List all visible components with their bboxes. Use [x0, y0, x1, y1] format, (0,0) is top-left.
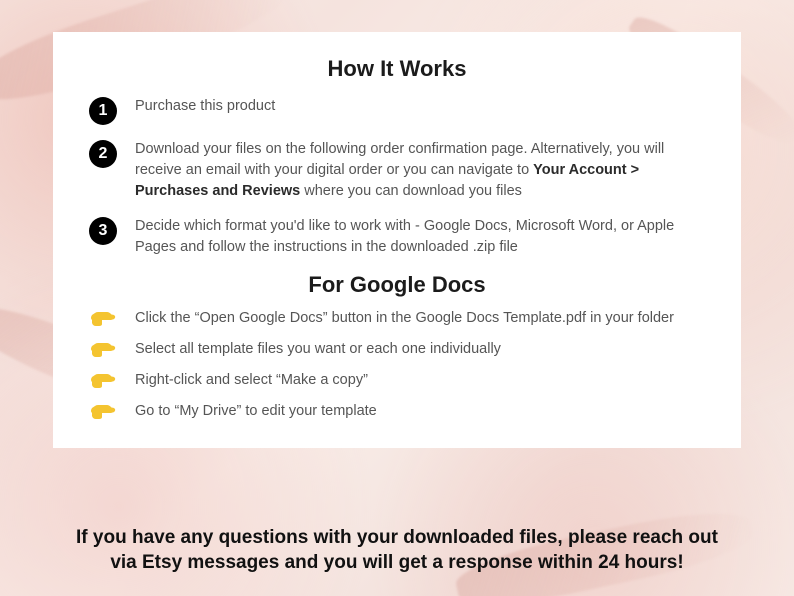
pointing-hand-icon — [89, 337, 117, 359]
step-row-2: 2 Download your files on the following o… — [89, 139, 705, 202]
step-text: Purchase this product — [135, 96, 705, 117]
pointing-hand-icon — [89, 306, 117, 328]
how-it-works-title: How It Works — [89, 56, 705, 82]
step-text: Download your files on the following ord… — [135, 139, 705, 202]
gdocs-step-text: Go to “My Drive” to edit your template — [135, 401, 705, 422]
footer-line-2: via Etsy messages and you will get a res… — [110, 552, 683, 573]
step-row-1: 1 Purchase this product — [89, 96, 705, 125]
step-text: Decide which format you'd like to work w… — [135, 216, 705, 258]
instructions-card: How It Works 1 Purchase this product 2 D… — [53, 32, 741, 448]
pointing-hand-icon — [89, 399, 117, 421]
gdocs-step-text: Select all template files you want or ea… — [135, 339, 705, 360]
gdocs-step-text: Click the “Open Google Docs” button in t… — [135, 308, 705, 329]
step-number-badge: 3 — [89, 217, 117, 245]
step-number-badge: 1 — [89, 97, 117, 125]
step-number-badge: 2 — [89, 140, 117, 168]
footer-note: If you have any questions with your down… — [0, 525, 794, 576]
step-text-post: where you can download you files — [300, 183, 522, 199]
gdocs-step-row: Go to “My Drive” to edit your template — [89, 401, 705, 422]
gdocs-step-text: Right-click and select “Make a copy” — [135, 370, 705, 391]
footer-line-1: If you have any questions with your down… — [76, 527, 718, 548]
gdocs-step-row: Click the “Open Google Docs” button in t… — [89, 308, 705, 329]
step-row-3: 3 Decide which format you'd like to work… — [89, 216, 705, 258]
gdocs-step-row: Right-click and select “Make a copy” — [89, 370, 705, 391]
google-docs-title: For Google Docs — [89, 272, 705, 298]
gdocs-step-row: Select all template files you want or ea… — [89, 339, 705, 360]
pointing-hand-icon — [89, 368, 117, 390]
